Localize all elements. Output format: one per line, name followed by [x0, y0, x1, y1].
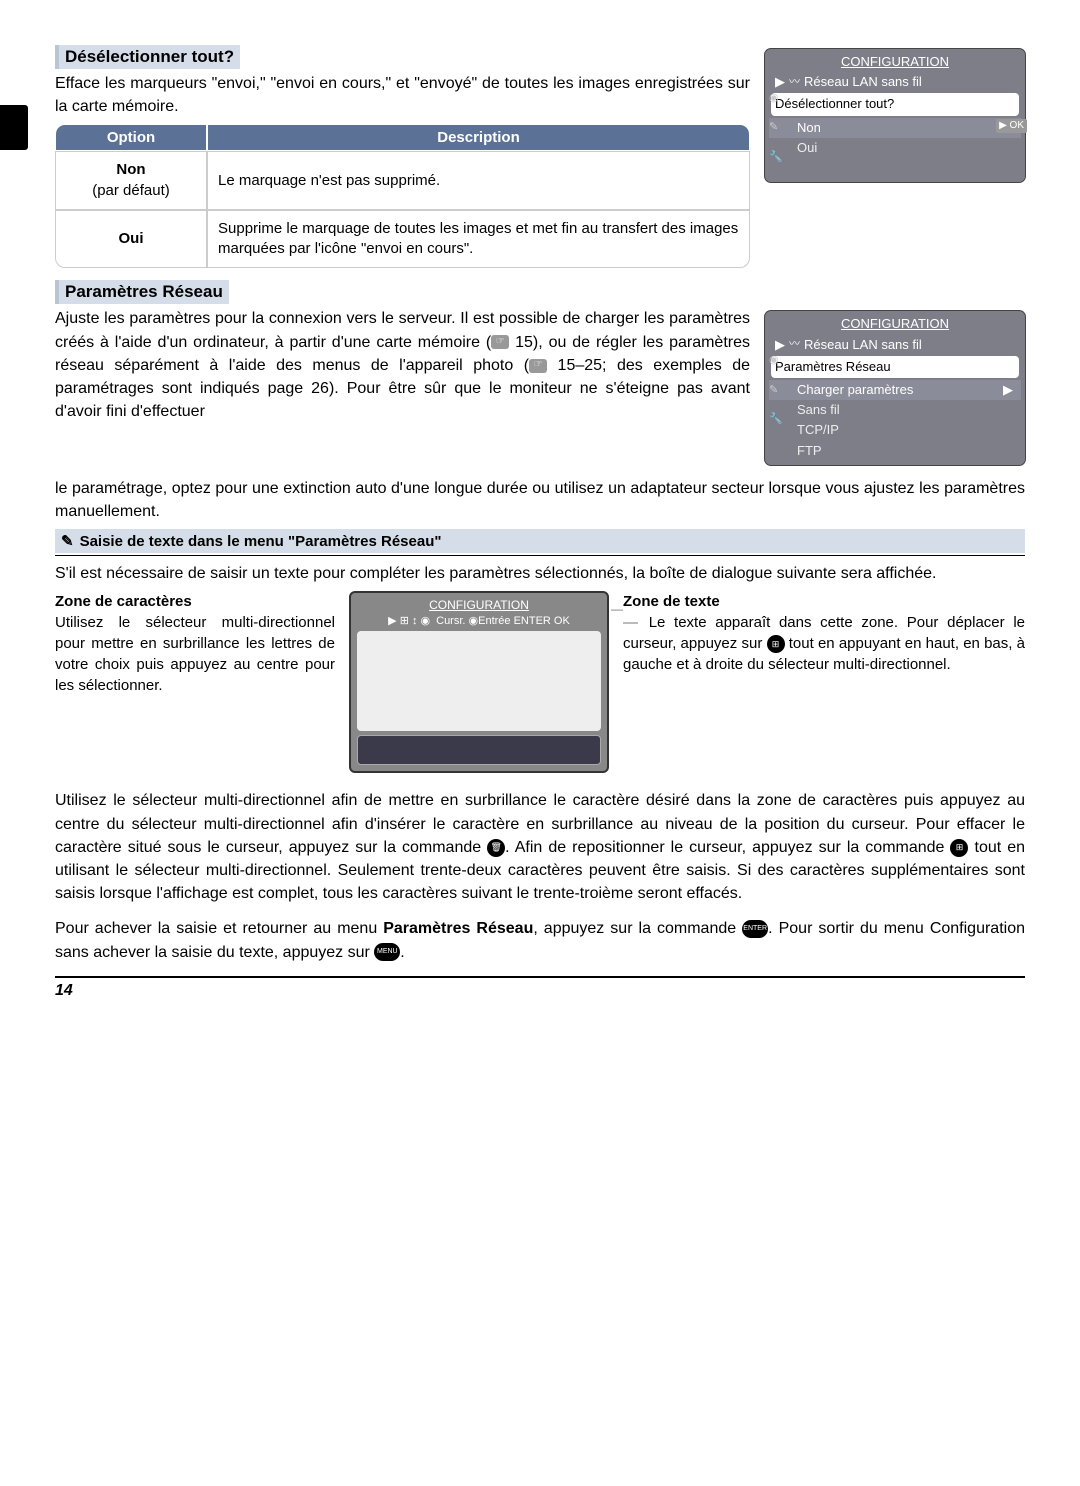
note-body3: Utilisez le sélecteur multi-directionnel… — [55, 789, 1025, 905]
entry-title: CONFIGURATION — [355, 597, 603, 614]
desc-non: Le marquage n'est pas supprimé. — [207, 151, 750, 210]
text-entry-dialog: CONFIGURATION ▶ ⊞ ↕ ◉ Cursr. ◉Entrée ENT… — [349, 591, 609, 773]
ok-badge: ▶ OK — [996, 119, 1027, 133]
menu2-sub: ▶ 〰 Réseau LAN sans fil — [769, 336, 1021, 354]
menu1-item-oui: Oui — [769, 138, 1021, 158]
note-heading: ✎ Saisie de texte dans le menu "Paramètr… — [55, 529, 1025, 553]
menu1-sub: ▶ 〰 Réseau LAN sans fil — [769, 73, 1021, 91]
pencil-icon: ✎ — [61, 532, 74, 550]
th-description: Description — [207, 124, 750, 151]
heading-network: Paramètres Réseau — [55, 280, 229, 304]
menu1-title: CONFIGURATION — [769, 53, 1021, 71]
zone-text-body: Le texte apparaît dans cette zone. Pour … — [623, 614, 1025, 673]
note-title-text: Saisie de texte dans le menu "Paramètres… — [80, 533, 442, 550]
entry-char-area — [357, 631, 601, 731]
thumb-icon: ⊞ — [767, 635, 785, 653]
trash-icon: 🗑 — [487, 839, 505, 857]
menu1-blank — [769, 158, 1021, 178]
note-body4: Pour achever la saisie et retourner au m… — [55, 917, 1025, 963]
menu2-title: CONFIGURATION — [769, 315, 1021, 333]
thumb-icon-2: ⊞ — [950, 839, 968, 857]
opt-non: Non (par défaut) — [55, 151, 207, 210]
menu2-item-wifi: Sans fil — [769, 400, 1021, 420]
enter-icon: ENTER — [742, 920, 768, 938]
network-body1: Ajuste les paramètres pour la connexion … — [55, 307, 750, 423]
menu2-item-tcpip: TCP/IP — [769, 420, 1021, 440]
entry-hint: ▶ ⊞ ↕ ◉ Cursr. ◉Entrée ENTER OK — [355, 614, 603, 629]
network-body2: le paramétrage, optez pour une extinctio… — [55, 477, 1025, 523]
menu-icon: MENU — [374, 943, 400, 961]
camera-menu-deselect: CONFIGURATION ▶ 〰 Réseau LAN sans fil Dé… — [765, 49, 1025, 182]
zone-char-title: Zone de caractères — [55, 593, 192, 610]
page-ref-icon: ☞ — [491, 335, 509, 349]
menu1-inner: Désélectionner tout? — [771, 93, 1019, 115]
th-option: Option — [55, 124, 207, 151]
camera-menu-network: CONFIGURATION ▶ 〰 Réseau LAN sans fil Pa… — [765, 311, 1025, 464]
page-number: 14 — [55, 976, 1025, 1000]
menu1-side-icons: ◉✎🔧 — [769, 91, 783, 165]
opt-non-sub: (par défaut) — [92, 182, 170, 199]
menu2-inner: Paramètres Réseau — [771, 356, 1019, 378]
opt-oui: Oui — [55, 210, 207, 269]
deselect-body: Efface les marqueurs "envoi," "envoi en … — [55, 72, 750, 118]
zone-text-title: Zone de texte — [623, 593, 720, 610]
heading-deselect: Désélectionner tout? — [55, 45, 240, 69]
zone-char-body: Utilisez le sélecteur multi-directionnel… — [55, 614, 335, 694]
bold-params: Paramètres Réseau — [383, 920, 533, 937]
desc-oui: Supprime le marquage de toutes les image… — [207, 210, 750, 269]
note-intro: S'il est nécessaire de saisir un texte p… — [55, 562, 1025, 585]
side-tab — [0, 105, 28, 150]
menu2-side-icons: ◉✎🔧 — [769, 353, 783, 427]
entry-text-area — [357, 735, 601, 765]
menu2-item-load: Charger paramètres▶ — [769, 380, 1021, 400]
opt-non-bold: Non — [116, 161, 145, 178]
menu1-item-non: Non▶ OK — [769, 118, 1021, 138]
menu2-item-ftp: FTP — [769, 441, 1021, 461]
page-ref-icon-2: ☞ — [529, 359, 547, 373]
options-table: Option Description Non (par défaut) Le m… — [55, 124, 750, 268]
